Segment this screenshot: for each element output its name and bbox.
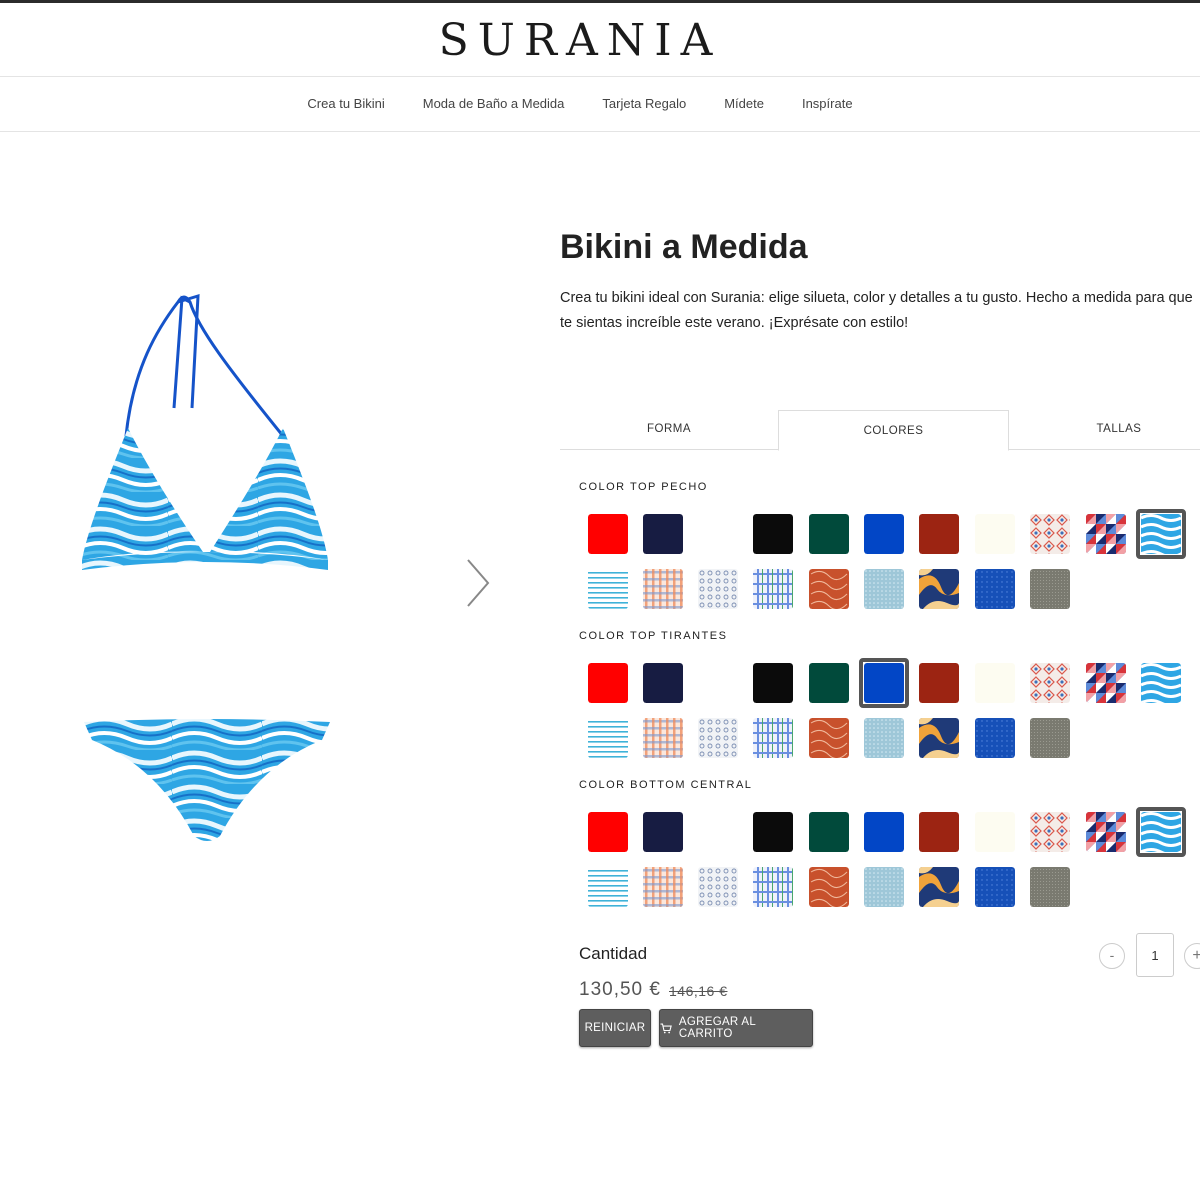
swatch-navy[interactable] <box>643 812 683 852</box>
current-price: 130,50 € <box>579 979 661 1000</box>
swatch-orange-leaf-print[interactable] <box>809 569 849 609</box>
swatch-gray-texture[interactable] <box>1030 867 1070 907</box>
swatch-waves-blue[interactable] <box>1136 509 1186 559</box>
swatch-rust-red[interactable] <box>919 663 959 703</box>
cart-icon <box>660 1022 672 1033</box>
reset-button[interactable]: REINICIAR <box>579 1009 651 1047</box>
tab-tallas[interactable]: TALLAS <box>1009 410 1200 450</box>
brand-logo[interactable]: SURANIA <box>0 15 1160 66</box>
swatch-navy[interactable] <box>643 663 683 703</box>
swatch-blue-stripes[interactable] <box>588 718 628 758</box>
swatch-dark-green[interactable] <box>809 812 849 852</box>
tab-colores[interactable]: COLORES <box>778 410 1009 451</box>
top-border <box>0 0 1200 3</box>
swatch-blue-floral-print[interactable] <box>698 569 738 609</box>
swatch-red[interactable] <box>588 812 628 852</box>
swatch-dark-green[interactable] <box>809 514 849 554</box>
swatch-red[interactable] <box>588 514 628 554</box>
chevron-right-icon[interactable] <box>462 556 492 610</box>
quantity-label: Cantidad <box>579 944 648 963</box>
description-line-1: Crea tu bikini ideal con Surania: elige … <box>560 290 1193 306</box>
description-line-2: te sientas increíble este verano. ¡Expré… <box>560 315 909 331</box>
swatch-orange-leaf-print[interactable] <box>809 867 849 907</box>
swatch-rust-red[interactable] <box>919 514 959 554</box>
swatch-blue-green-check[interactable] <box>753 867 793 907</box>
nav-item-tarjeta-regalo[interactable]: Tarjeta Regalo <box>602 96 686 111</box>
swatch-blue-green-check[interactable] <box>753 569 793 609</box>
swatch-black[interactable] <box>753 514 793 554</box>
add-to-cart-label: AGREGAR AL CARRITO <box>678 1016 756 1040</box>
swatch-dark-green[interactable] <box>809 663 849 703</box>
swatch-rust-red[interactable] <box>919 812 959 852</box>
swatch-blue-floral-print[interactable] <box>698 867 738 907</box>
swatch-light-blue-texture[interactable] <box>864 569 904 609</box>
swatch-orange-plaid[interactable] <box>643 569 683 609</box>
quantity-input[interactable] <box>1136 933 1174 977</box>
nav-item-midete[interactable]: Mídete <box>724 96 764 111</box>
product-title: Bikini a Medida <box>560 228 808 266</box>
swatch-royal-blue[interactable] <box>859 658 909 708</box>
swatch-geometric-pattern[interactable] <box>1086 812 1126 852</box>
reset-button-label: REINICIAR <box>584 1022 646 1034</box>
swatch-blue-floral-print[interactable] <box>698 718 738 758</box>
main-nav: Crea tu Bikini Moda de Baño a Medida Tar… <box>0 96 1160 111</box>
swatch-tile-pattern[interactable] <box>1030 514 1070 554</box>
swatch-ivory[interactable] <box>975 812 1015 852</box>
swatch-black[interactable] <box>753 663 793 703</box>
bikini-bottom-image <box>84 719 330 841</box>
swatch-ivory[interactable] <box>975 514 1015 554</box>
swatch-navy[interactable] <box>643 514 683 554</box>
swatch-white[interactable] <box>698 663 738 703</box>
swatch-gray-texture[interactable] <box>1030 718 1070 758</box>
swatch-tile-pattern[interactable] <box>1030 812 1070 852</box>
swatch-orange-plaid[interactable] <box>643 867 683 907</box>
swatch-geometric-pattern[interactable] <box>1086 514 1126 554</box>
swatch-waves-blue[interactable] <box>1141 663 1181 703</box>
swatch-waves-blue[interactable] <box>1136 807 1186 857</box>
swatch-gray-texture[interactable] <box>1030 569 1070 609</box>
customizer-tabs: FORMA COLORES TALLAS <box>560 410 1200 451</box>
swatch-blue-green-check[interactable] <box>753 718 793 758</box>
swatch-orange-plaid[interactable] <box>643 718 683 758</box>
header-divider <box>0 76 1200 77</box>
add-to-cart-button[interactable]: AGREGAR AL CARRITO <box>659 1009 813 1047</box>
swatch-tile-pattern[interactable] <box>1030 663 1070 703</box>
swatch-geometric-pattern[interactable] <box>1086 663 1126 703</box>
swatch-orange-blue-abstract[interactable] <box>919 569 959 609</box>
nav-item-crea-tu-bikini[interactable]: Crea tu Bikini <box>307 96 384 111</box>
swatch-royal-blue[interactable] <box>864 812 904 852</box>
nav-divider <box>0 131 1200 132</box>
nav-item-inspirate[interactable]: Inspírate <box>802 96 853 111</box>
swatch-blue-dotted-texture[interactable] <box>975 718 1015 758</box>
swatch-ivory[interactable] <box>975 663 1015 703</box>
bikini-top-image <box>82 293 328 570</box>
swatch-white[interactable] <box>698 514 738 554</box>
section-label-bottom-central: COLOR BOTTOM CENTRAL <box>579 779 753 791</box>
swatch-red[interactable] <box>588 663 628 703</box>
swatch-light-blue-texture[interactable] <box>864 718 904 758</box>
old-price: 146,16 € <box>669 983 728 999</box>
swatch-light-blue-texture[interactable] <box>864 867 904 907</box>
quantity-decrease-button[interactable]: - <box>1099 943 1125 969</box>
swatch-blue-dotted-texture[interactable] <box>975 867 1015 907</box>
swatch-orange-leaf-print[interactable] <box>809 718 849 758</box>
swatch-blue-stripes[interactable] <box>588 569 628 609</box>
nav-item-moda-de-bano[interactable]: Moda de Baño a Medida <box>423 96 565 111</box>
quantity-increase-button[interactable]: + <box>1184 943 1200 969</box>
section-label-top-pecho: COLOR TOP PECHO <box>579 481 708 493</box>
swatch-orange-blue-abstract[interactable] <box>919 867 959 907</box>
swatch-blue-stripes[interactable] <box>588 867 628 907</box>
swatch-orange-blue-abstract[interactable] <box>919 718 959 758</box>
product-description: Crea tu bikini ideal con Surania: elige … <box>560 286 1200 336</box>
section-label-top-tirantes: COLOR TOP TIRANTES <box>579 630 728 642</box>
swatch-blue-dotted-texture[interactable] <box>975 569 1015 609</box>
swatch-royal-blue[interactable] <box>864 514 904 554</box>
swatch-white[interactable] <box>698 812 738 852</box>
swatch-black[interactable] <box>753 812 793 852</box>
tab-forma[interactable]: FORMA <box>560 410 778 450</box>
